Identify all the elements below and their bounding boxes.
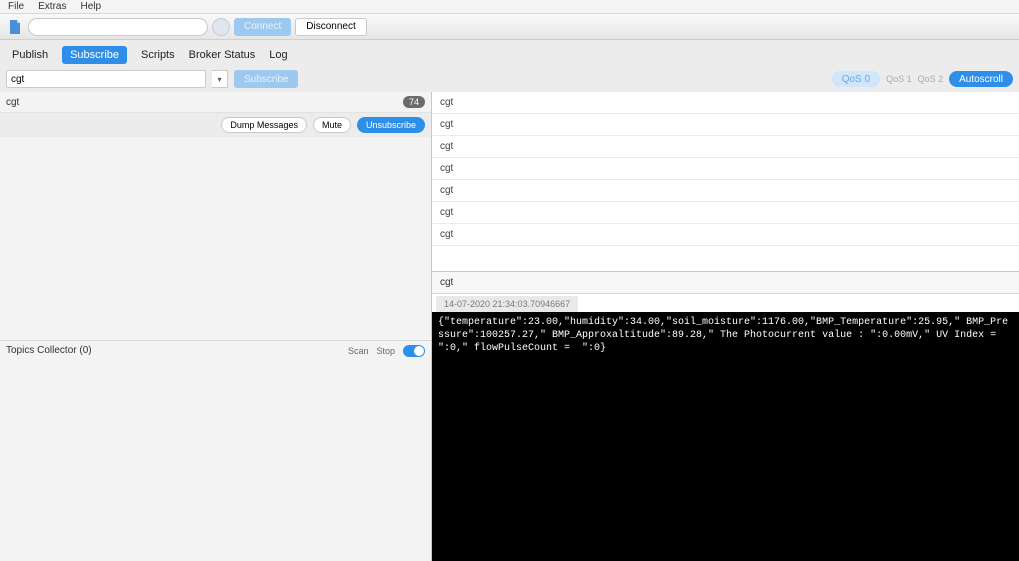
tab-scripts[interactable]: Scripts <box>141 49 175 61</box>
message-row[interactable]: cgt <box>432 180 1019 202</box>
topic-input[interactable] <box>6 70 206 88</box>
tab-log[interactable]: Log <box>269 49 287 61</box>
qos1-label[interactable]: QoS 1 <box>886 74 912 84</box>
broker-address-input[interactable] <box>28 18 208 36</box>
message-row[interactable]: cgt <box>432 158 1019 180</box>
message-row[interactable]: cgt <box>432 202 1019 224</box>
subscribe-bar: ▾ Subscribe QoS 0 QoS 1 QoS 2 Autoscroll <box>0 66 1019 92</box>
topic-actions: Dump Messages Mute Unsubscribe <box>0 113 431 137</box>
main-split: cgt 74 Dump Messages Mute Unsubscribe To… <box>0 92 1019 561</box>
chevron-down-icon[interactable]: ▾ <box>212 70 228 88</box>
topics-collector-body <box>0 361 431 561</box>
subscribe-button[interactable]: Subscribe <box>234 70 298 88</box>
menu-bar: File Extras Help <box>0 0 1019 14</box>
menu-file[interactable]: File <box>8 1 24 12</box>
menu-help[interactable]: Help <box>80 1 101 12</box>
document-icon <box>6 18 24 36</box>
tab-broker-status[interactable]: Broker Status <box>189 49 256 61</box>
qos2-label[interactable]: QoS 2 <box>918 74 944 84</box>
right-pane: cgt cgt cgt cgt cgt cgt cgt cgt 14-07-20… <box>432 92 1019 561</box>
refresh-icon[interactable] <box>212 18 230 36</box>
topic-list-area <box>0 137 431 340</box>
message-count-badge: 74 <box>403 96 425 108</box>
topics-collector-label: Topics Collector (0) <box>6 345 92 356</box>
tab-publish[interactable]: Publish <box>12 49 48 61</box>
autoscroll-button[interactable]: Autoscroll <box>949 71 1013 87</box>
mute-button[interactable]: Mute <box>313 117 351 133</box>
message-row[interactable]: cgt <box>432 92 1019 114</box>
topics-collector-header: Topics Collector (0) Scan Stop <box>0 340 431 361</box>
message-row[interactable]: cgt <box>432 114 1019 136</box>
tab-bar: Publish Subscribe Scripts Broker Status … <box>0 40 1019 66</box>
message-row[interactable]: cgt <box>432 136 1019 158</box>
subscribed-topic-label: cgt <box>6 97 19 108</box>
dump-messages-button[interactable]: Dump Messages <box>221 117 307 133</box>
stop-button[interactable]: Stop <box>376 346 395 356</box>
left-pane: cgt 74 Dump Messages Mute Unsubscribe To… <box>0 92 432 561</box>
disconnect-button[interactable]: Disconnect <box>295 18 366 36</box>
connect-button[interactable]: Connect <box>234 18 291 36</box>
message-timestamp: 14-07-2020 21:34:03.70946667 <box>436 296 578 312</box>
payload-viewer[interactable]: {"temperature":23.00,"humidity":34.00,"s… <box>432 312 1019 561</box>
selected-message-topic: cgt <box>432 272 1019 294</box>
subscribed-topic-row[interactable]: cgt 74 <box>0 92 431 113</box>
scan-button[interactable]: Scan <box>348 346 369 356</box>
collector-toggle[interactable] <box>403 345 425 357</box>
toolbar: Connect Disconnect <box>0 14 1019 40</box>
qos0-button[interactable]: QoS 0 <box>832 71 880 87</box>
message-row[interactable]: cgt <box>432 224 1019 246</box>
message-list[interactable]: cgt cgt cgt cgt cgt cgt cgt <box>432 92 1019 272</box>
unsubscribe-button[interactable]: Unsubscribe <box>357 117 425 133</box>
tab-subscribe[interactable]: Subscribe <box>62 46 127 64</box>
menu-extras[interactable]: Extras <box>38 1 66 12</box>
